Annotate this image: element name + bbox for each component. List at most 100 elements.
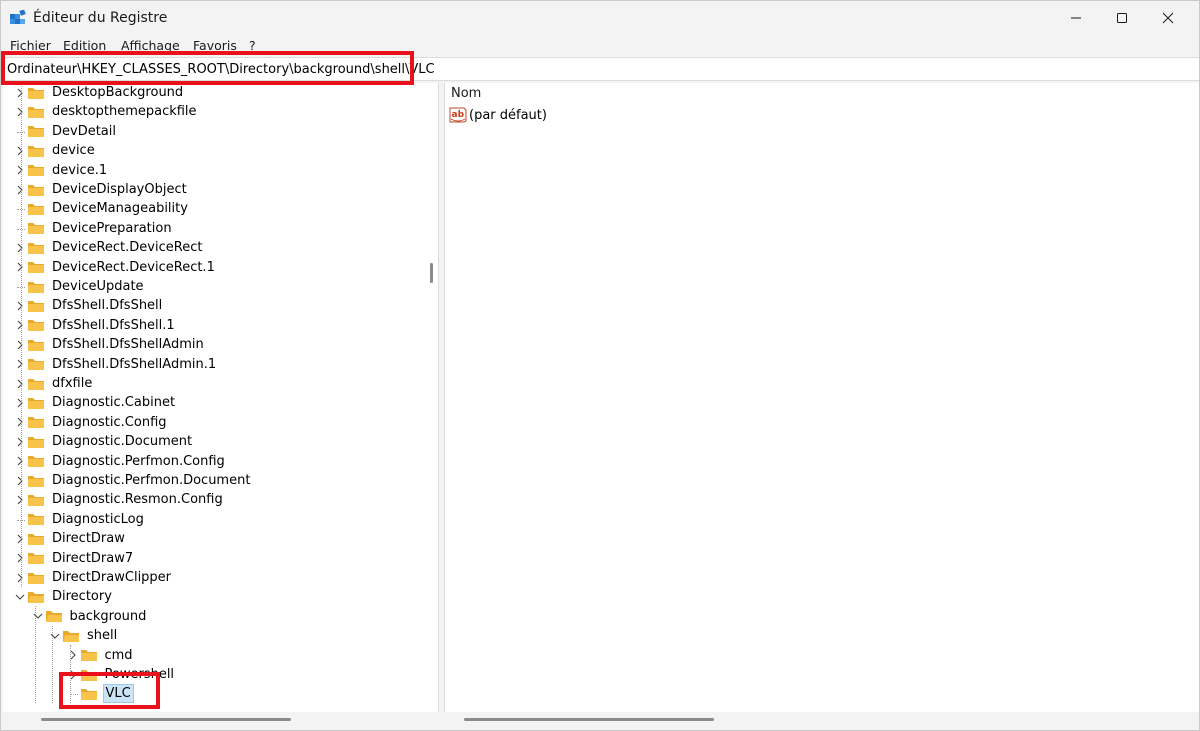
chevron-right-icon[interactable] xyxy=(15,456,25,466)
chevron-right-icon[interactable] xyxy=(15,379,25,389)
tree-item-background[interactable]: background xyxy=(45,607,149,626)
tree-item-diagnostic-document[interactable]: Diagnostic.Document xyxy=(27,432,194,451)
menu-favoris[interactable]: Favoris xyxy=(193,38,237,53)
tree-item-diagnostic-perfmon-document[interactable]: Diagnostic.Perfmon.Document xyxy=(27,471,252,490)
tree-item-devicepreparation[interactable]: DevicePreparation xyxy=(27,219,174,238)
tree-item-devicerect-devicerect-1[interactable]: DeviceRect.DeviceRect.1 xyxy=(27,258,217,277)
tree-item-device-1[interactable]: device.1 xyxy=(27,161,109,180)
folder-icon xyxy=(28,514,44,526)
tree-item-deviceupdate[interactable]: DeviceUpdate xyxy=(27,277,146,296)
tree-item-devicemanageability[interactable]: DeviceManageability xyxy=(27,199,190,218)
tree-vertical-scrollbar[interactable] xyxy=(427,83,437,712)
address-bar[interactable]: Ordinateur\HKEY_CLASSES_ROOT\Directory\b… xyxy=(1,57,1199,81)
chevron-right-icon[interactable] xyxy=(15,320,25,330)
tree-item-directdraw[interactable]: DirectDraw xyxy=(27,529,127,548)
chevron-down-icon[interactable] xyxy=(15,592,25,602)
tree-item-label: background xyxy=(69,608,147,624)
folder-icon xyxy=(28,339,44,351)
folder-icon xyxy=(28,223,44,235)
value-name: (par défaut) xyxy=(469,107,547,123)
tree-item-label: Diagnostic.Perfmon.Document xyxy=(52,473,251,488)
tree-item-cmd[interactable]: cmd xyxy=(80,646,135,665)
tree-item-diagnostic-perfmon-config[interactable]: Diagnostic.Perfmon.Config xyxy=(27,452,227,471)
folder-icon xyxy=(28,281,44,293)
tree-item-diagnostic-resmon-config[interactable]: Diagnostic.Resmon.Config xyxy=(27,490,225,509)
folder-icon xyxy=(28,456,44,468)
address-path[interactable]: Ordinateur\HKEY_CLASSES_ROOT\Directory\b… xyxy=(7,62,435,77)
chevron-right-icon[interactable] xyxy=(15,262,25,272)
tree-item-diagnostic-cabinet[interactable]: Diagnostic.Cabinet xyxy=(27,393,177,412)
tree-item-label: device.1 xyxy=(52,162,108,178)
tree-item-devicerect-devicerect[interactable]: DeviceRect.DeviceRect xyxy=(27,238,204,257)
tree-item-desktopbackground[interactable]: DesktopBackground xyxy=(27,83,185,102)
menu-fichier[interactable]: Fichier xyxy=(10,38,51,53)
chevron-right-icon[interactable] xyxy=(15,88,25,98)
chevron-right-icon[interactable] xyxy=(15,534,25,544)
tree-item-label: DeviceUpdate xyxy=(52,279,144,294)
tree-item-diagnostic-config[interactable]: Diagnostic.Config xyxy=(27,413,169,432)
values-list-pane[interactable]: Nom ab (par défaut) xyxy=(444,83,1199,712)
chevron-right-icon[interactable] xyxy=(15,398,25,408)
chevron-right-icon[interactable] xyxy=(15,573,25,583)
tree-item-dfsshell-dfsshelladmin-1[interactable]: DfsShell.DfsShellAdmin.1 xyxy=(27,355,218,374)
folder-icon xyxy=(28,320,44,332)
tree-item-dfsshell-dfsshell[interactable]: DfsShell.DfsShell xyxy=(27,296,164,315)
tree-item-vlc[interactable]: VLC xyxy=(80,684,134,704)
chevron-right-icon[interactable] xyxy=(15,495,25,505)
tree-item-label: DfsShell.DfsShell.1 xyxy=(52,317,175,333)
menu-affichage[interactable]: Affichage xyxy=(121,38,180,53)
tree-item-label: Powershell xyxy=(104,667,175,682)
chevron-right-icon[interactable] xyxy=(15,185,25,195)
tree-item-devdetail[interactable]: DevDetail xyxy=(27,122,118,141)
tree-horizontal-scroll-thumb[interactable] xyxy=(41,718,291,721)
folder-icon xyxy=(28,242,44,254)
column-header-name[interactable]: Nom xyxy=(451,86,481,101)
folder-icon xyxy=(28,300,44,312)
folder-open-icon xyxy=(28,591,44,603)
chevron-right-icon[interactable] xyxy=(15,301,25,311)
tree-item-diagnosticlog[interactable]: DiagnosticLog xyxy=(27,510,146,529)
horizontal-scrollbars xyxy=(1,712,1199,730)
tree-item-directdrawclipper[interactable]: DirectDrawClipper xyxy=(27,568,173,587)
chevron-right-icon[interactable] xyxy=(15,107,25,117)
close-button[interactable] xyxy=(1145,1,1191,35)
chevron-right-icon[interactable] xyxy=(15,243,25,253)
folder-open-icon xyxy=(63,630,79,642)
tree-item-powershell[interactable]: Powershell xyxy=(80,665,177,684)
folder-icon xyxy=(28,126,44,138)
tree-item-device[interactable]: device xyxy=(27,141,97,160)
tree-item-label: DesktopBackground xyxy=(52,85,184,100)
chevron-right-icon[interactable] xyxy=(15,165,25,175)
chevron-right-icon[interactable] xyxy=(15,476,25,486)
tree-item-desktopthemepackfile[interactable]: desktopthemepackfile xyxy=(27,102,199,121)
chevron-right-icon[interactable] xyxy=(15,553,25,563)
folder-icon xyxy=(28,106,44,118)
list-horizontal-scroll-thumb[interactable] xyxy=(464,718,714,721)
tree-item-shell[interactable]: shell xyxy=(62,626,119,645)
tree-connector xyxy=(69,694,78,696)
tree-guide-line xyxy=(69,645,71,704)
key-tree-pane[interactable]: DesktopBackground desktopthemepackfile Dev… xyxy=(3,83,439,712)
menu-edition[interactable]: Edition xyxy=(63,38,106,53)
chevron-right-icon[interactable] xyxy=(15,359,25,369)
tree-item-directory[interactable]: Directory xyxy=(27,587,114,606)
tree-item-dfxfile[interactable]: dfxfile xyxy=(27,374,94,393)
tree-vertical-scroll-thumb[interactable] xyxy=(430,263,433,283)
chevron-right-icon[interactable] xyxy=(15,146,25,156)
menu-help[interactable]: ? xyxy=(249,38,256,53)
tree-guide-line xyxy=(21,83,22,588)
value-row[interactable]: ab (par défaut) xyxy=(449,107,547,123)
chevron-right-icon[interactable] xyxy=(15,417,25,427)
tree-item-label: Diagnostic.Config xyxy=(52,414,167,430)
tree-item-dfsshell-dfsshelladmin[interactable]: DfsShell.DfsShellAdmin xyxy=(27,335,206,354)
chevron-right-icon[interactable] xyxy=(15,437,25,447)
chevron-right-icon[interactable] xyxy=(15,340,25,350)
tree-item-dfsshell-dfsshell-1[interactable]: DfsShell.DfsShell.1 xyxy=(27,316,177,335)
tree-item-directdraw7[interactable]: DirectDraw7 xyxy=(27,549,135,568)
title-bar[interactable]: Éditeur du Registre xyxy=(1,1,1199,35)
tree-item-devicedisplayobject[interactable]: DeviceDisplayObject xyxy=(27,180,189,199)
menu-bar: Fichier Edition Affichage Favoris ? xyxy=(1,37,1199,55)
maximize-button[interactable] xyxy=(1099,1,1145,35)
minimize-button[interactable] xyxy=(1053,1,1099,35)
tree-item-label: DfsShell.DfsShellAdmin xyxy=(52,337,204,353)
